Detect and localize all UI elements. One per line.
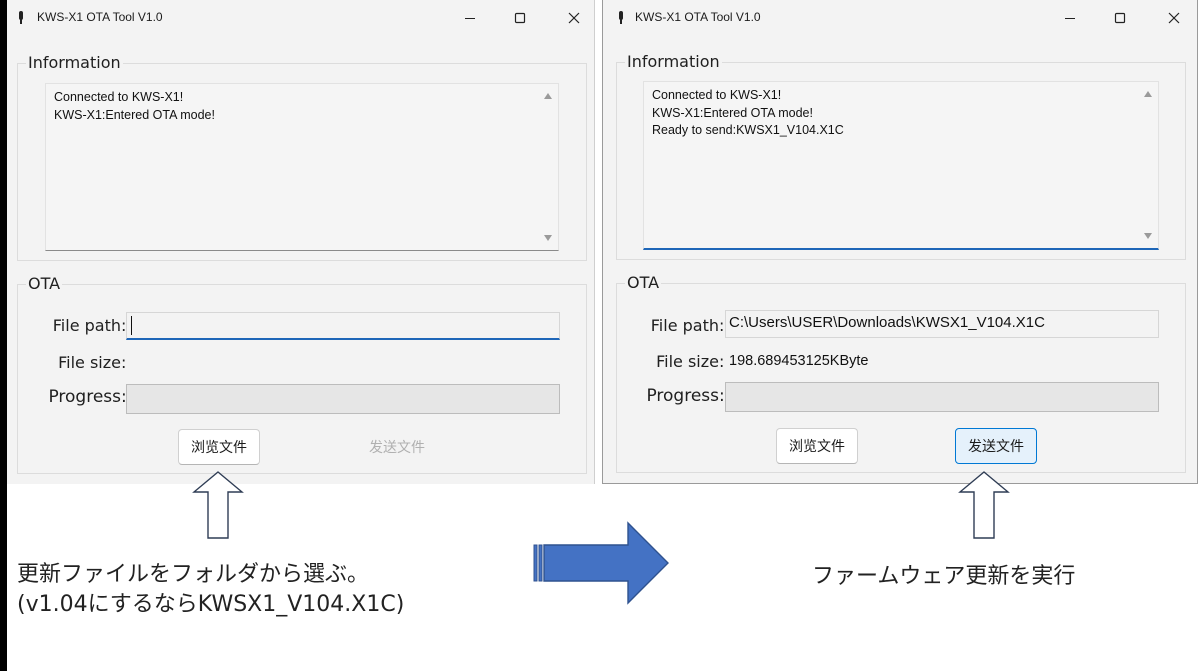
log-line: Connected to KWS-X1!: [54, 90, 184, 104]
file-path-colon: :: [719, 316, 725, 335]
log-lines: Connected to KWS-X1! KWS-X1:Entered OTA …: [54, 89, 215, 124]
file-path-label: File path: [52, 316, 121, 335]
up-arrow-outline-icon: [958, 471, 1010, 539]
scroll-up-icon[interactable]: [544, 93, 552, 99]
title-bar[interactable]: KWS-X1 OTA Tool V1.0: [603, 0, 1197, 36]
minimize-icon[interactable]: [455, 6, 485, 30]
progress-label: Progress: [646, 386, 719, 406]
file-size-label: File size: [58, 353, 121, 372]
browse-file-button[interactable]: 浏览文件: [776, 428, 858, 464]
file-path-input[interactable]: C:\Users\USER\Downloads\KWSX1_V104.X1C: [725, 310, 1159, 338]
title-bar[interactable]: KWS-X1 OTA Tool V1.0: [7, 0, 594, 36]
progress-colon: :: [719, 386, 725, 406]
right-arrow-block-icon: [533, 521, 669, 605]
send-file-button[interactable]: 发送文件: [356, 429, 438, 465]
scroll-down-icon[interactable]: [544, 235, 552, 241]
close-icon[interactable]: [1159, 6, 1189, 30]
window-title: KWS-X1 OTA Tool V1.0: [37, 10, 163, 24]
left-caption: 更新ファイルをフォルダから選ぶ。 (v1.04にするならKWSX1_V104.X…: [17, 560, 404, 620]
scroll-down-icon[interactable]: [1144, 233, 1152, 239]
send-file-button[interactable]: 发送文件: [955, 428, 1037, 464]
left-caption-line1: 更新ファイルをフォルダから選ぶ。: [17, 562, 370, 587]
information-log[interactable]: Connected to KWS-X1! KWS-X1:Entered OTA …: [643, 81, 1159, 250]
app-icon: [619, 11, 623, 24]
log-line: Ready to send:KWSX1_V104.X1C: [652, 123, 844, 137]
log-line: Connected to KWS-X1!: [652, 88, 782, 102]
screen-left-edge: [0, 0, 7, 671]
up-arrow-outline-icon: [192, 471, 244, 539]
right-caption: ファームウェア更新を実行: [812, 564, 1076, 589]
left-caption-line2: (v1.04にするならKWSX1_V104.X1C): [17, 592, 405, 617]
minimize-icon[interactable]: [1055, 6, 1085, 30]
file-size-colon: :: [719, 352, 725, 371]
ota-group-label: OTA: [26, 274, 63, 293]
file-size-label: File size: [656, 352, 719, 371]
ota-tool-window-after: KWS-X1 OTA Tool V1.0 Information Connect…: [602, 0, 1198, 484]
browse-file-button[interactable]: 浏览文件: [178, 429, 260, 465]
close-icon[interactable]: [559, 6, 589, 30]
ota-tool-window-before: KWS-X1 OTA Tool V1.0 Information Connect…: [7, 0, 595, 484]
log-line: KWS-X1:Entered OTA mode!: [54, 107, 215, 122]
information-group-label: Information: [625, 52, 722, 71]
maximize-icon[interactable]: [505, 6, 535, 30]
information-group-label: Information: [26, 53, 123, 72]
text-caret: [131, 316, 132, 335]
information-log[interactable]: Connected to KWS-X1! KWS-X1:Entered OTA …: [45, 83, 559, 251]
ota-group-label: OTA: [625, 273, 662, 292]
file-size-colon: :: [121, 353, 127, 372]
progress-bar: [725, 382, 1159, 412]
progress-bar: [126, 384, 560, 414]
scroll-up-icon[interactable]: [1144, 91, 1152, 97]
log-line: KWS-X1:Entered OTA mode!: [652, 105, 813, 120]
file-path-label: File path: [650, 316, 719, 335]
maximize-icon[interactable]: [1105, 6, 1135, 30]
file-path-value: C:\Users\USER\Downloads\KWSX1_V104.X1C: [729, 314, 1045, 331]
window-title: KWS-X1 OTA Tool V1.0: [635, 10, 761, 24]
log-lines: Connected to KWS-X1! KWS-X1:Entered OTA …: [652, 87, 844, 140]
file-path-input[interactable]: [126, 312, 560, 340]
app-icon: [19, 11, 23, 24]
file-size-value: 198.689453125KByte: [729, 353, 869, 369]
progress-label: Progress: [48, 387, 121, 407]
